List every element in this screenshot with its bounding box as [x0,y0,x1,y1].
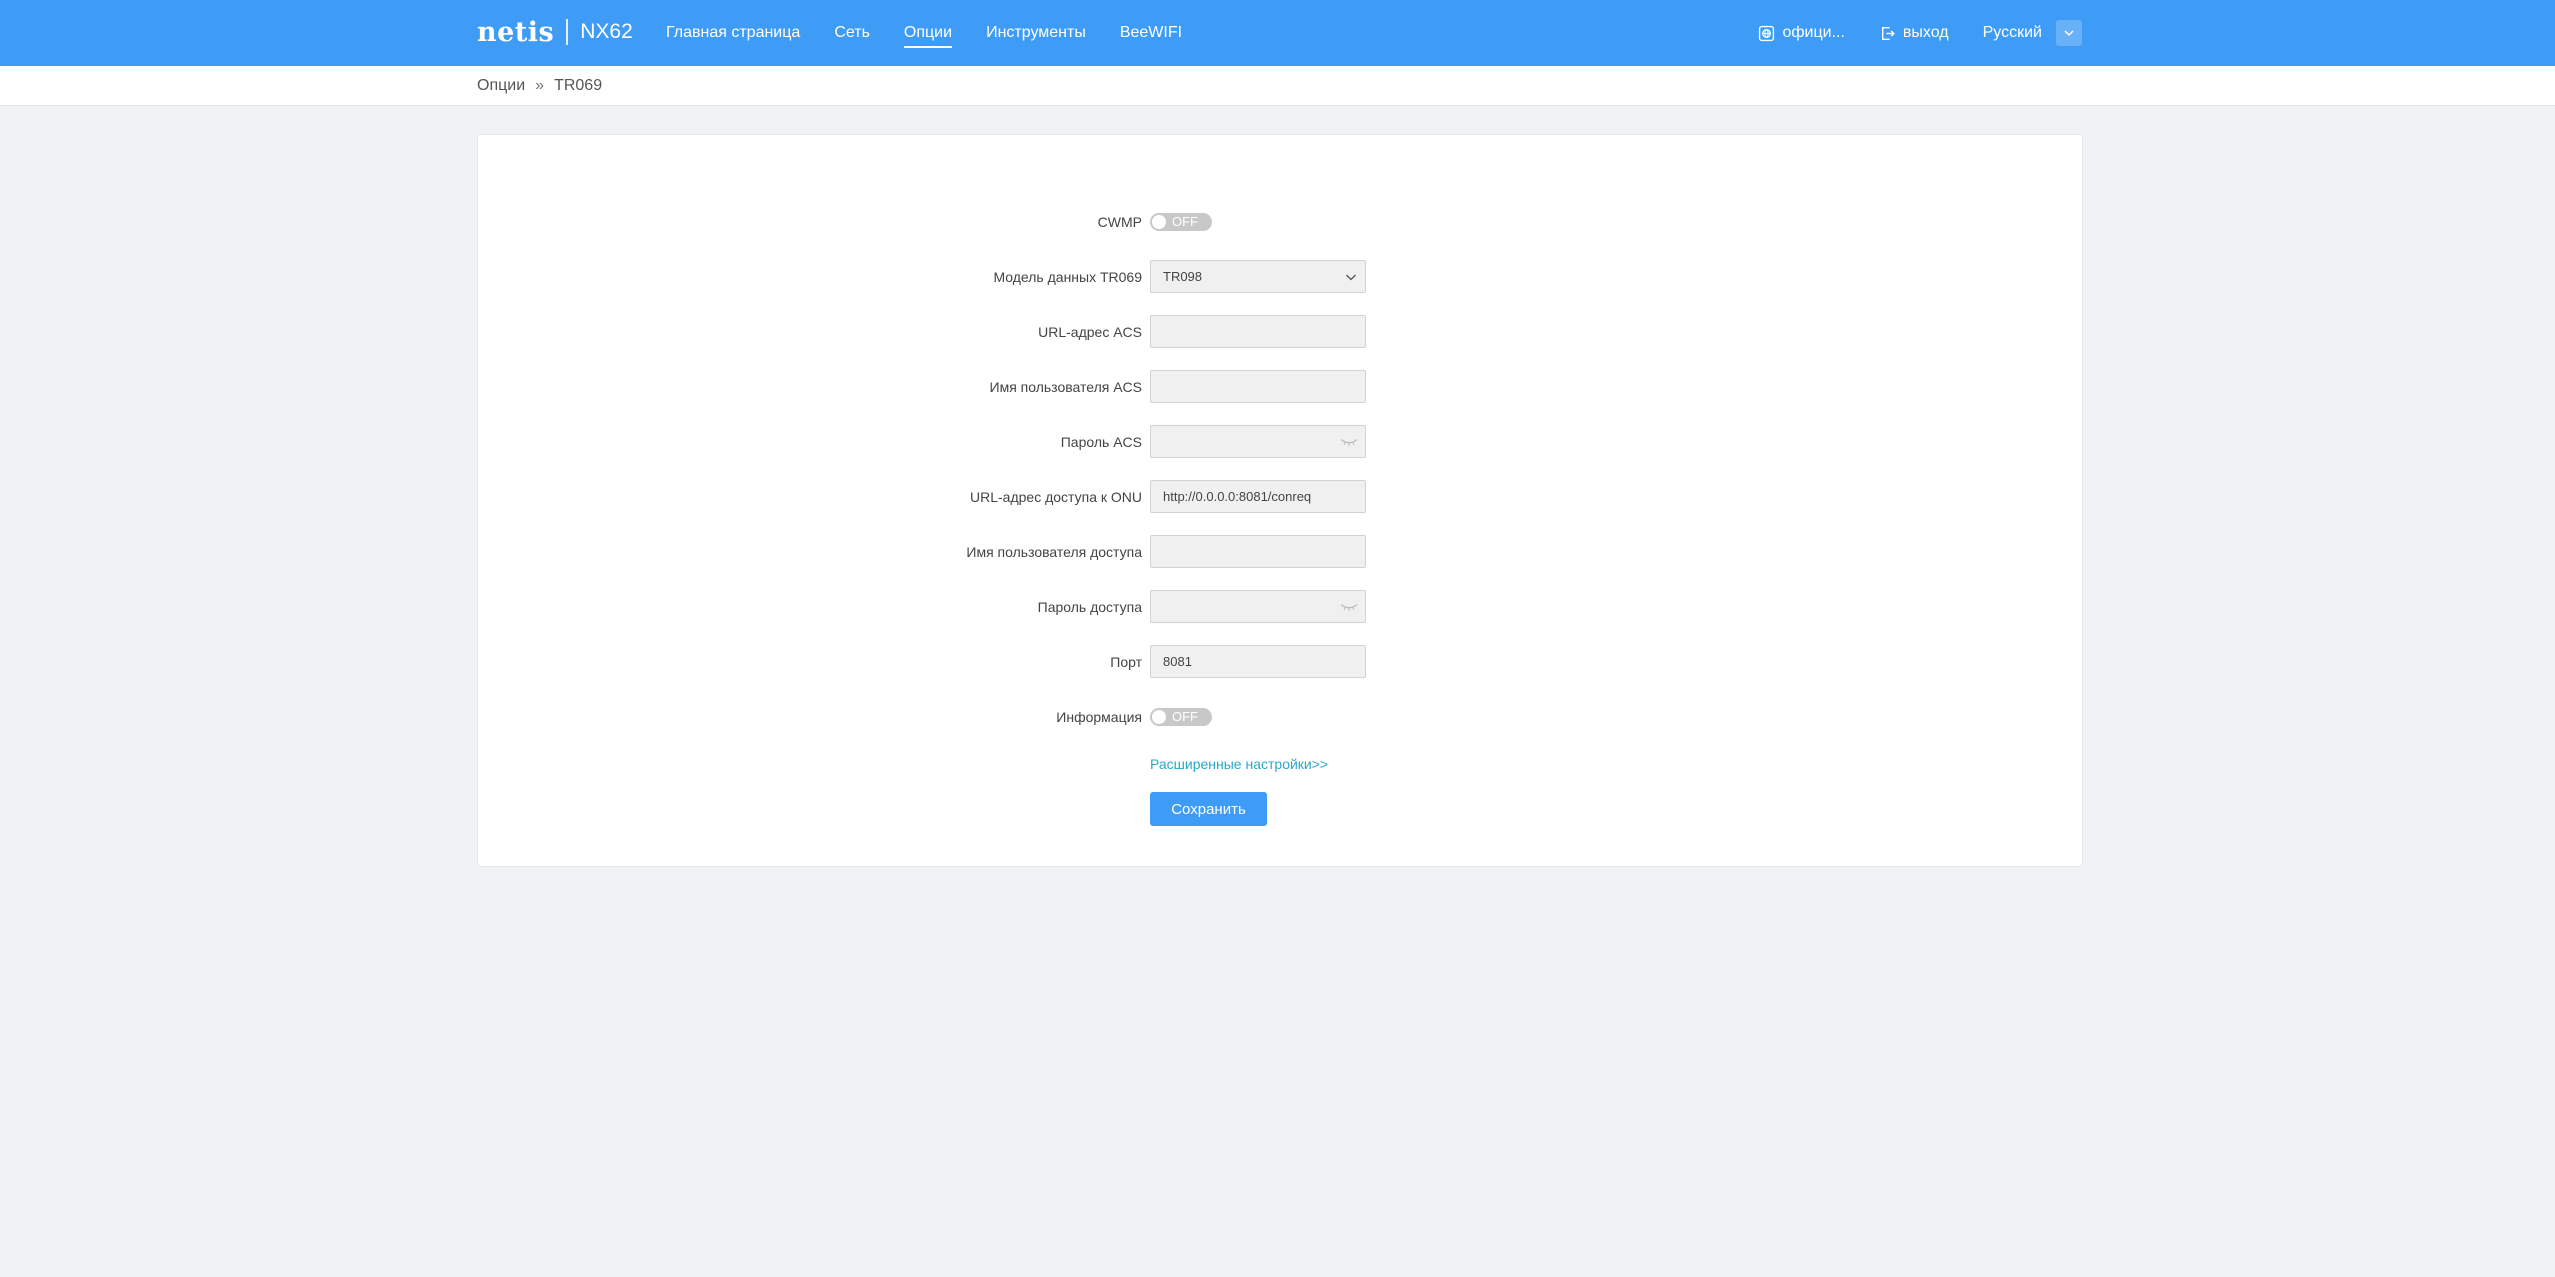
onu-url-label: URL-адрес доступа к ONU [970,489,1142,505]
acs-password-input[interactable] [1150,425,1366,458]
nav-options[interactable]: Опции [903,0,953,66]
header-actions: офици... выход Русский [1724,0,2082,66]
access-user-label: Имя пользователя доступа [966,544,1142,560]
advanced-settings-link[interactable]: Расширенные настройки>> [1150,756,1328,772]
access-user-row: Имя пользователя доступа [478,535,2082,569]
toggle-knob [1152,710,1166,724]
chevron-down-icon [2064,30,2074,37]
logout-label: выход [1902,24,1949,41]
nav-network[interactable]: Сеть [834,0,870,66]
breadcrumb-separator: » [535,77,545,94]
access-password-row: Пароль доступа [478,590,2082,624]
language-label: Русский [1982,24,2042,41]
data-model-label: Модель данных TR069 [993,269,1142,285]
acs-url-input[interactable] [1150,315,1366,348]
eye-closed-icon[interactable] [1340,438,1358,446]
port-input[interactable]: 8081 [1150,645,1366,678]
logout-icon [1881,26,1895,40]
inform-label: Информация [1056,709,1142,725]
port-row: Порт 8081 [478,645,2082,679]
chevron-down-icon [1346,274,1356,281]
cwmp-toggle[interactable]: OFF [1150,213,1212,231]
acs-user-input[interactable] [1150,370,1366,403]
device-model: NX62 [580,20,633,43]
breadcrumb-bar: Опции » TR069 [0,66,2555,106]
cwmp-toggle-state: OFF [1172,214,1198,229]
save-row: Сохранить [478,792,2082,826]
data-model-select[interactable]: TR098 [1150,260,1366,293]
top-navigation-bar: netis NX62 Главная страница Сеть Опции И… [0,0,2555,66]
logout-button[interactable]: выход [1879,24,1949,42]
acs-user-label: Имя пользователя ACS [989,379,1143,395]
language-selector[interactable]: Русский [1983,20,2082,46]
official-site-label: офици... [1782,24,1845,41]
access-password-input[interactable] [1150,590,1366,623]
cwmp-row: CWMP OFF [478,205,2082,239]
acs-password-label: Пароль ACS [1060,434,1142,450]
language-dropdown-toggle[interactable] [2056,20,2082,46]
nav-tools[interactable]: Инструменты [986,0,1086,66]
eye-closed-icon[interactable] [1340,603,1358,611]
brand-logo[interactable]: netis NX62 [477,14,633,50]
port-label: Порт [1110,654,1142,670]
globe-icon [1759,25,1775,41]
brand-name: netis [477,16,555,48]
breadcrumb: Опции » TR069 [477,66,602,106]
save-button[interactable]: Сохранить [1150,792,1267,826]
cwmp-label: CWMP [1097,214,1142,230]
inform-row: Информация OFF [478,700,2082,734]
access-password-label: Пароль доступа [1037,599,1142,615]
data-model-value: TR098 [1163,269,1203,284]
advanced-row: Расширенные настройки>> [478,747,2082,781]
nav-beewifi[interactable]: BeeWIFI [1120,0,1182,66]
data-model-row: Модель данных TR069 TR098 [478,260,2082,294]
nav-home[interactable]: Главная страница [666,0,800,66]
tr069-settings-card: CWMP OFF Модель данных TR069 TR098 URL-а… [477,134,2083,867]
toggle-knob [1152,215,1166,229]
official-site-link[interactable]: офици... [1758,24,1845,42]
onu-url-row: URL-адрес доступа к ONU http://0.0.0.0:8… [478,480,2082,514]
acs-user-row: Имя пользователя ACS [478,370,2082,404]
inform-toggle[interactable]: OFF [1150,708,1212,726]
main-nav: Главная страница Сеть Опции Инструменты … [666,0,1216,66]
logo-divider [566,19,569,45]
acs-password-row: Пароль ACS [478,425,2082,459]
inform-toggle-state: OFF [1172,709,1198,724]
access-user-input[interactable] [1150,535,1366,568]
onu-url-input[interactable]: http://0.0.0.0:8081/conreq [1150,480,1366,513]
acs-url-label: URL-адрес ACS [1038,324,1142,340]
breadcrumb-parent[interactable]: Опции [477,77,525,95]
breadcrumb-current: TR069 [554,77,603,94]
acs-url-row: URL-адрес ACS [478,315,2082,349]
